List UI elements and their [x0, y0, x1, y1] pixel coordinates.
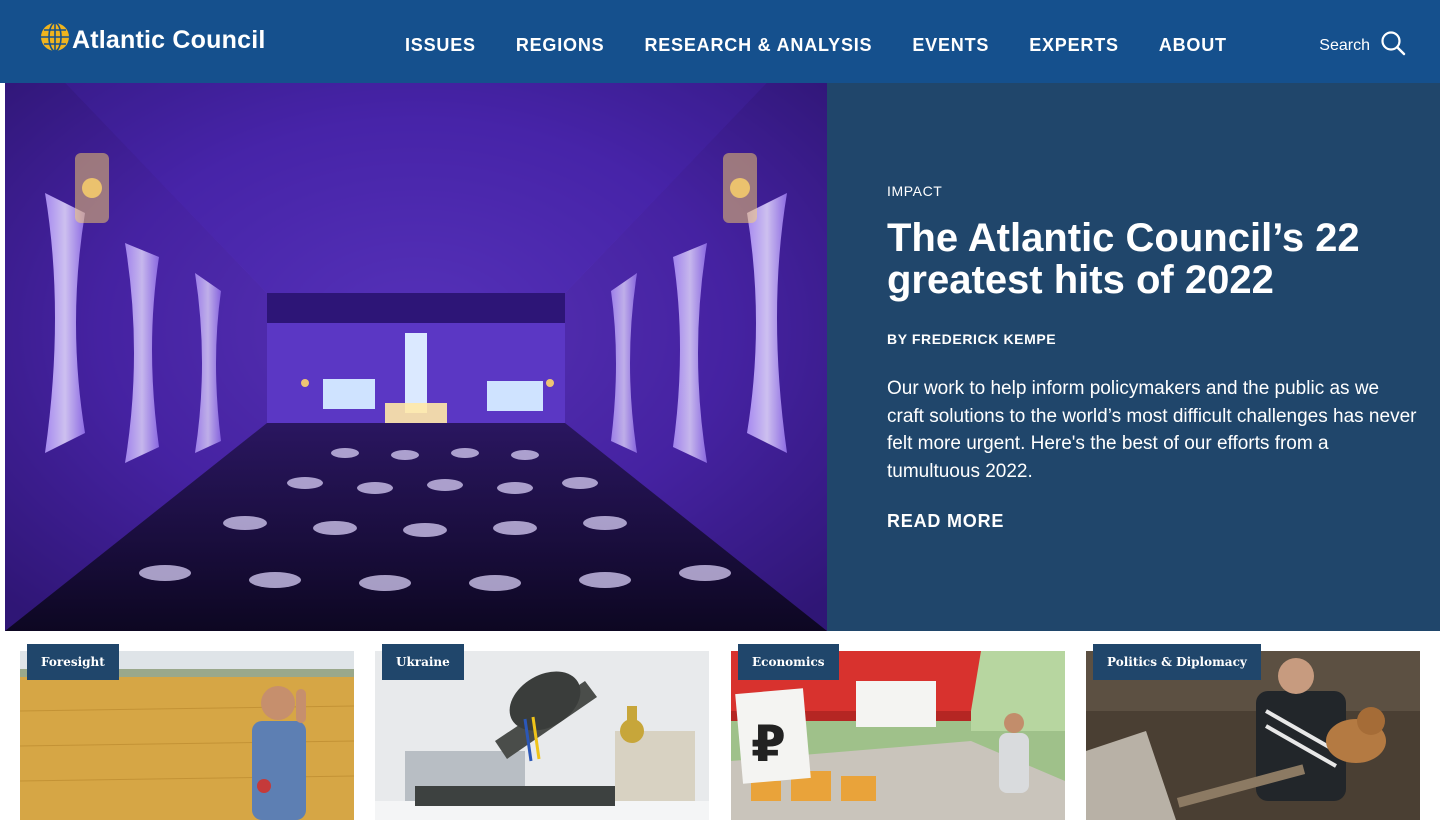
site-header: Atlantic Council ISSUES REGIONS RESEARCH…: [0, 0, 1440, 83]
card-tag[interactable]: Economics: [738, 644, 839, 680]
nav-issues[interactable]: ISSUES: [405, 33, 476, 57]
nav-research-analysis[interactable]: RESEARCH & ANALYSIS: [644, 33, 872, 57]
globe-logo-icon: [40, 22, 70, 52]
hero-panel: IMPACT The Atlantic Council’s 22 greates…: [827, 83, 1440, 631]
hero-byline[interactable]: BY FREDERICK KEMPE: [887, 331, 1056, 347]
hero-dek: Our work to help inform policymakers and…: [887, 378, 1417, 482]
svg-text:₽: ₽: [751, 715, 786, 773]
main-nav: ISSUES REGIONS RESEARCH & ANALYSIS EVENT…: [405, 33, 1267, 57]
search-label: Search: [1319, 36, 1370, 54]
read-more-link[interactable]: READ MORE: [887, 511, 1004, 532]
search-button[interactable]: Search: [1319, 30, 1406, 61]
logo-wordmark: Atlantic Council: [72, 25, 266, 54]
nav-regions[interactable]: REGIONS: [516, 33, 605, 57]
nav-events[interactable]: EVENTS: [912, 33, 989, 57]
hero-kicker[interactable]: IMPACT: [887, 183, 942, 199]
hero-headline[interactable]: The Atlantic Council’s 22 greatest hits …: [887, 217, 1407, 301]
site-logo[interactable]: Atlantic Council: [40, 20, 265, 54]
card-economics[interactable]: Economics ₽: [731, 644, 1065, 820]
card-ukraine[interactable]: Ukraine: [375, 644, 709, 820]
card-tag[interactable]: Politics & Diplomacy: [1093, 644, 1261, 680]
nav-about[interactable]: ABOUT: [1159, 33, 1227, 57]
card-politics-diplomacy[interactable]: Politics & Diplomacy: [1086, 644, 1420, 820]
hero-image[interactable]: [5, 83, 827, 631]
search-icon: [1380, 30, 1406, 61]
card-tag[interactable]: Ukraine: [382, 644, 464, 680]
nav-experts[interactable]: EXPERTS: [1029, 33, 1119, 57]
card-tag[interactable]: Foresight: [27, 644, 119, 680]
card-foresight[interactable]: Foresight: [20, 644, 354, 820]
